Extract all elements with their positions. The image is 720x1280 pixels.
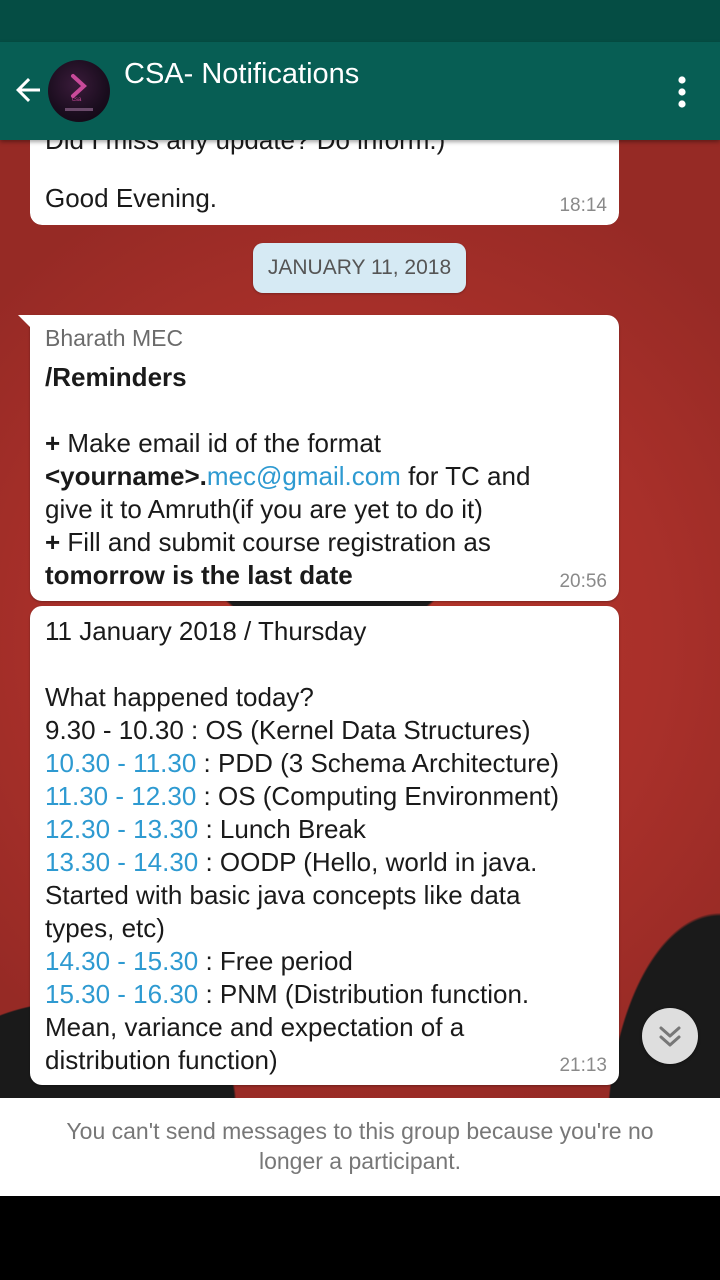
schedule-time[interactable]: 10.30 - 11.30 <box>45 748 196 778</box>
email-name: <yourname>. <box>45 461 207 491</box>
schedule-item: 10.30 - 11.30 : PDD (3 Schema Architectu… <box>45 747 559 780</box>
message-bubble-3[interactable]: 11 January 2018 / Thursday What happened… <box>30 606 619 1085</box>
reminder-text-2: Fill and submit course registration as <box>67 527 491 557</box>
schedule-item: 9.30 - 10.30 : OS (Kernel Data Structure… <box>45 714 559 747</box>
double-chevron-down-icon <box>659 1026 681 1047</box>
footer-text: You can't send messages to this group be… <box>66 1118 654 1174</box>
more-vert-icon[interactable] <box>668 74 696 110</box>
footer-notice: You can't send messages to this group be… <box>0 1098 720 1196</box>
schedule-item: 12.30 - 13.30 : Lunch Break <box>45 813 559 846</box>
schedule-time[interactable]: 13.30 - 14.30 <box>45 847 198 877</box>
schedule-time: 9.30 - 10.30 <box>45 715 184 745</box>
schedule-desc: : OS (Computing Environment) <box>196 781 560 811</box>
schedule-continuation: types, etc) <box>45 913 165 943</box>
avatar[interactable]: csa <box>48 60 110 122</box>
schedule-item: 13.30 - 14.30 : OODP (Hello, world in ja… <box>45 846 559 879</box>
schedule-desc: : OS (Kernel Data Structures) <box>183 715 531 745</box>
schedule-time[interactable]: 15.30 - 16.30 <box>45 979 198 1009</box>
scroll-to-bottom-button[interactable] <box>642 1008 698 1064</box>
schedule-time[interactable]: 11.30 - 12.30 <box>45 781 196 811</box>
reminder-line-5: tomorrow is the last date <box>45 560 353 590</box>
diary-date-line: 11 January 2018 / Thursday <box>45 616 367 646</box>
chat-title[interactable]: CSA- Notifications <box>124 58 359 91</box>
schedule-list: 9.30 - 10.30 : OS (Kernel Data Structure… <box>45 714 559 1077</box>
schedule-item: 11.30 - 12.30 : OS (Computing Environmen… <box>45 780 559 813</box>
reminder-heading: /Reminders <box>45 362 187 392</box>
schedule-continuation: Started with basic java concepts like da… <box>45 880 521 910</box>
schedule-time[interactable]: 12.30 - 13.30 <box>45 814 198 844</box>
reminder-line-4: + Fill and submit course registration as <box>45 526 491 559</box>
message-time: 18:14 <box>559 195 607 216</box>
group-logo-icon: csa <box>65 74 93 111</box>
reminder-line-3: give it to Amruth(if you are yet to do i… <box>45 494 483 524</box>
schedule-item: 15.30 - 16.30 : PNM (Distribution functi… <box>45 978 559 1011</box>
message-time: 21:13 <box>559 1055 607 1076</box>
reminder-line-1: + Make email id of the format <box>45 427 381 460</box>
bullet-plus: + <box>45 527 61 557</box>
schedule-desc: : PDD (3 Schema Architecture) <box>196 748 559 778</box>
email-link[interactable]: mec@gmail.com <box>207 461 401 491</box>
schedule-desc: : Free period <box>198 946 353 976</box>
reminder-line-2: <yourname>.mec@gmail.com for TC and <box>45 460 530 493</box>
status-bar <box>0 0 720 42</box>
bubble-tail <box>18 315 32 329</box>
schedule-desc: : OODP (Hello, world in java. <box>198 847 538 877</box>
schedule-continuation: distribution function) <box>45 1045 278 1075</box>
schedule-item: 14.30 - 15.30 : Free period <box>45 945 559 978</box>
svg-text:csa: csa <box>72 97 82 103</box>
sender-name[interactable]: Bharath MEC <box>45 325 183 352</box>
arrow-left-icon[interactable] <box>10 72 46 108</box>
schedule-desc: : PNM (Distribution function. <box>198 979 530 1009</box>
navigation-bar <box>0 1196 720 1280</box>
diary-question: What happened today? <box>45 682 314 712</box>
message-time: 20:56 <box>559 571 607 592</box>
bullet-plus: + <box>45 428 61 458</box>
schedule-continuation: Mean, variance and expectation of a <box>45 1012 465 1042</box>
message-text: Good Evening. <box>45 183 218 213</box>
schedule-desc: : Lunch Break <box>198 814 366 844</box>
app-bar: csa CSA- Notifications <box>0 42 720 140</box>
reminder-text-1: Make email id of the format <box>67 428 381 458</box>
email-suffix: for TC and <box>400 461 531 491</box>
date-chip: JANUARY 11, 2018 <box>253 243 466 293</box>
schedule-time[interactable]: 14.30 - 15.30 <box>45 946 198 976</box>
message-bubble-2[interactable]: Bharath MEC /Reminders + Make email id o… <box>18 315 619 601</box>
